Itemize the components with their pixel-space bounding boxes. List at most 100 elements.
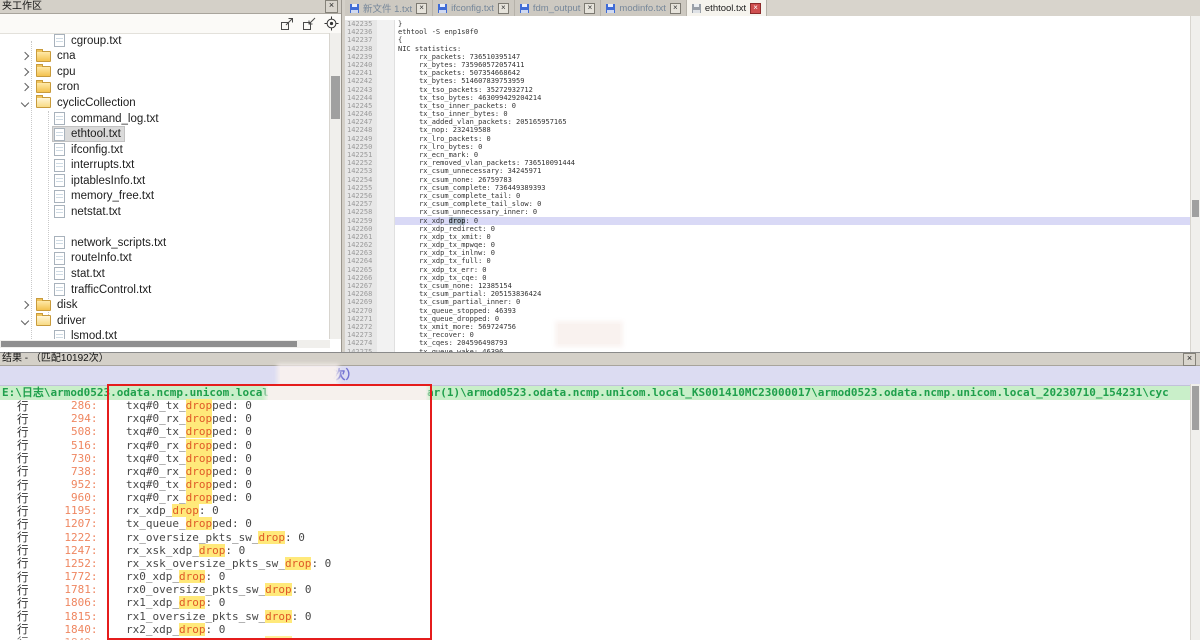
tree-item-lsmod-txt[interactable]: lsmod.txt xyxy=(0,328,330,339)
tree-item-memory-free-txt[interactable]: memory_free.txt xyxy=(0,188,330,204)
code-view[interactable]: 142235}142236ethtool -S enp1s0f0142237{1… xyxy=(345,16,1191,352)
result-text-pre: rx2_xdp_ xyxy=(100,623,179,636)
editor-vertical-scrollbar[interactable] xyxy=(1190,16,1200,352)
tree-item-network-scripts-txt[interactable]: network_scripts.txt xyxy=(0,235,330,251)
tab-close-icon[interactable]: × xyxy=(498,3,509,14)
code-text: tx_tso_inner_bytes: 0 xyxy=(395,110,1191,118)
tree-item-cgroup-txt[interactable]: cgroup.txt xyxy=(0,33,330,49)
tab-close-icon[interactable]: × xyxy=(416,3,427,14)
fold-margin xyxy=(377,249,395,257)
results-close-icon[interactable]: × xyxy=(1183,353,1196,366)
result-text: txq#0_tx_dropped: 0 xyxy=(100,452,252,465)
code-line: 142256 rx_csum_complete_tail: 0 xyxy=(345,192,1191,200)
code-line: 142266 rx_xdp_tx_cqe: 0 xyxy=(345,274,1191,282)
code-text: rx_xdp_tx_mpwqe: 0 xyxy=(395,241,1191,249)
tree-vertical-scrollbar[interactable] xyxy=(329,33,341,339)
chevron-right-icon[interactable] xyxy=(21,301,29,309)
editor-tab[interactable]: modinfo.txt× xyxy=(601,0,686,16)
result-text-post: : 0 xyxy=(311,557,331,570)
result-row[interactable]: 行1781: rx0_oversize_pkts_sw_drop: 0 xyxy=(0,583,1191,596)
chevron-down-icon[interactable] xyxy=(21,99,29,107)
line-number: 142269 xyxy=(345,298,377,306)
chevron-right-icon[interactable] xyxy=(21,52,29,60)
tab-close-icon[interactable]: × xyxy=(750,3,761,14)
tree-item-routeinfo-txt[interactable]: routeInfo.txt xyxy=(0,251,330,267)
editor-tab[interactable]: ethtool.txt× xyxy=(687,0,767,16)
result-line-number: 1222: xyxy=(29,531,98,544)
tree-item-cpu[interactable]: cpu xyxy=(0,64,330,80)
result-row[interactable]: 行516: rxq#0_rx_dropped: 0 xyxy=(0,438,1191,451)
result-line-number: 1207: xyxy=(29,517,98,530)
code-text: tx_nop: 232419588 xyxy=(395,126,1191,134)
tree-horizontal-scrollbar[interactable] xyxy=(0,340,330,348)
tree-item-trafficcontrol-txt[interactable]: trafficControl.txt xyxy=(0,282,330,298)
fold-margin xyxy=(377,86,395,94)
fold-margin xyxy=(377,110,395,118)
chevron-down-icon[interactable] xyxy=(21,316,29,324)
folder-icon xyxy=(36,300,51,311)
file-icon xyxy=(54,252,65,265)
results-scrollbar-thumb[interactable] xyxy=(1192,386,1199,430)
tree-item-cycliccollection[interactable]: cyclicCollection xyxy=(0,95,330,111)
code-text-pre: rx_xdp_ xyxy=(398,217,449,225)
collapse-all-icon[interactable] xyxy=(302,16,317,31)
tab-close-icon[interactable]: × xyxy=(584,3,595,14)
tree-item-ifconfig-txt[interactable]: ifconfig.txt xyxy=(0,142,330,158)
result-row[interactable]: 行960: rxq#0_rx_dropped: 0 xyxy=(0,491,1191,504)
result-row[interactable]: 行1806: rx1_xdp_drop: 0 xyxy=(0,596,1191,609)
expand-all-icon[interactable] xyxy=(280,16,295,31)
tree-item-iptablesinfo-txt[interactable]: iptablesInfo.txt xyxy=(0,173,330,189)
result-text-pre: rx_xsk_oversize_pkts_sw_ xyxy=(100,557,285,570)
tree-item-driver[interactable]: driver xyxy=(0,313,330,329)
result-row[interactable]: 行1195: rx_xdp_drop: 0 xyxy=(0,504,1191,517)
file-icon xyxy=(54,34,65,47)
code-text: tx_bytes: 514607839753959 xyxy=(395,77,1191,85)
tree-item-command-log-txt[interactable]: command_log.txt xyxy=(0,111,330,127)
result-row[interactable]: 行1815: rx1_oversize_pkts_sw_drop: 0 xyxy=(0,610,1191,623)
tab-close-icon[interactable]: × xyxy=(670,3,681,14)
result-row[interactable]: 行738: rxq#0_rx_dropped: 0 xyxy=(0,465,1191,478)
workspace-panel-title: 夹工作区 xyxy=(2,1,42,12)
editor-tab[interactable]: 新文件 1.txt× xyxy=(345,0,433,16)
tree-item-netstat-txt[interactable]: netstat.txt xyxy=(0,204,330,220)
chevron-right-icon[interactable] xyxy=(21,68,29,76)
editor-tab[interactable]: fdm_output× xyxy=(515,0,602,16)
code-text: tx_csum_partial: 205153836424 xyxy=(395,290,1191,298)
tree-item-cna[interactable]: cna xyxy=(0,49,330,65)
tree-item-disk[interactable]: disk xyxy=(0,297,330,313)
editor-tab[interactable]: ifconfig.txt× xyxy=(433,0,515,16)
tree-item-label: netstat.txt xyxy=(71,206,121,218)
result-row[interactable]: 行730: txq#0_tx_dropped: 0 xyxy=(0,452,1191,465)
result-row[interactable]: 行1849: rx2_oversize_pkts_sw_drop: 0 xyxy=(0,636,1191,640)
fold-margin xyxy=(377,176,395,184)
locate-file-icon[interactable] xyxy=(324,16,339,31)
result-text-post: : 0 xyxy=(205,570,225,583)
tree-item-interrupts-txt[interactable]: interrupts.txt xyxy=(0,157,330,173)
chevron-right-icon[interactable] xyxy=(21,83,29,91)
tree-item-cron[interactable]: cron xyxy=(0,80,330,96)
result-row[interactable]: 行1252: rx_xsk_oversize_pkts_sw_drop: 0 xyxy=(0,557,1191,570)
tree-item-stat-txt[interactable]: stat.txt xyxy=(0,266,330,282)
result-row[interactable]: 行1840: rx2_xdp_drop: 0 xyxy=(0,623,1191,636)
result-row[interactable]: 行952: txq#0_tx_dropped: 0 xyxy=(0,478,1191,491)
result-row[interactable]: 行1222: rx_oversize_pkts_sw_drop: 0 xyxy=(0,531,1191,544)
editor-scrollbar-thumb[interactable] xyxy=(1192,200,1199,217)
results-vertical-scrollbar[interactable] xyxy=(1190,384,1200,640)
result-row[interactable]: 行294: rxq#0_rx_dropped: 0 xyxy=(0,412,1191,425)
result-row[interactable]: 行286: txq#0_tx_dropped: 0 xyxy=(0,399,1191,412)
line-number: 142239 xyxy=(345,53,377,61)
result-file-path[interactable]: E:\日志\armod0523.odata.ncmp.unicom.local … xyxy=(0,386,1200,400)
result-row[interactable]: 行508: txq#0_tx_dropped: 0 xyxy=(0,425,1191,438)
result-row[interactable]: 行1772: rx0_xdp_drop: 0 xyxy=(0,570,1191,583)
code-line: 142244 tx_tso_bytes: 463099429204214 xyxy=(345,94,1191,102)
tree-scrollbar-thumb[interactable] xyxy=(331,76,340,119)
result-row[interactable]: 行1247: rx_xsk_xdp_drop: 0 xyxy=(0,544,1191,557)
tree-hscrollbar-thumb[interactable] xyxy=(1,341,297,347)
result-text: rx_xsk_xdp_drop: 0 xyxy=(100,544,246,557)
code-text: tx_xmit_more: 569724756 xyxy=(395,323,1191,331)
line-number: 142255 xyxy=(345,184,377,192)
tree-item-ethtool-txt[interactable]: ethtool.txt xyxy=(0,126,330,142)
workspace-panel-close-icon[interactable]: × xyxy=(325,0,338,13)
result-row[interactable]: 行1207: tx_queue_dropped: 0 xyxy=(0,517,1191,530)
search-match-highlight: drop xyxy=(186,465,213,478)
